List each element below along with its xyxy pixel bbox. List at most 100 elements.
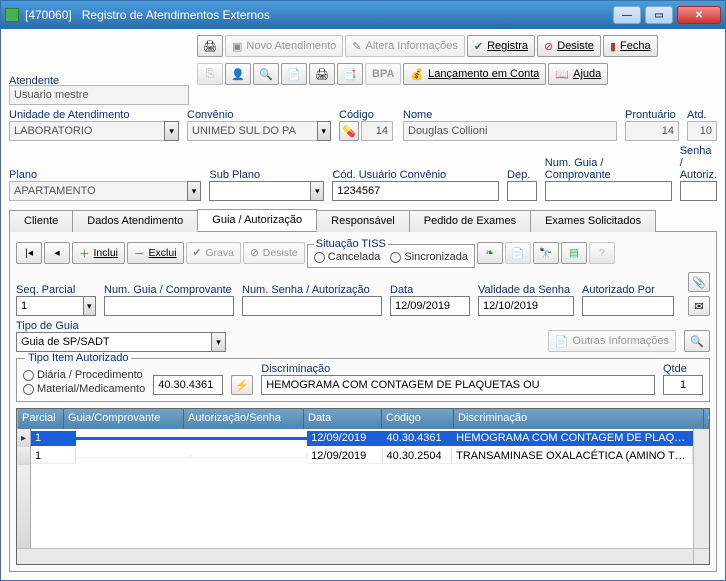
codigo-icon[interactable]: 💊	[339, 121, 359, 141]
col-qt[interactable]: Qt	[704, 409, 710, 429]
prontuario-label: Prontuário	[625, 109, 679, 121]
atd-field	[687, 121, 717, 141]
row-marker[interactable]: ▸	[17, 429, 31, 447]
cancel2-icon: ⊘	[250, 247, 259, 259]
plano-drop[interactable]: ▾	[187, 181, 202, 201]
bolt-icon[interactable]: ⚡	[231, 375, 253, 395]
codigo-label: Código	[339, 109, 395, 121]
nav-first-icon[interactable]: |◂	[16, 242, 42, 264]
maximize-button[interactable]: ▭	[645, 6, 673, 24]
tab-exames[interactable]: Exames Solicitados	[530, 210, 656, 232]
numsenha-field[interactable]	[242, 296, 382, 316]
codusuario-field[interactable]	[332, 181, 499, 201]
codigo-field	[361, 121, 393, 141]
cell-parcial: 1	[31, 449, 76, 464]
codusuario-label: Cód. Usuário Convênio	[332, 169, 499, 181]
zoom-icon[interactable]: 🔍	[253, 63, 279, 85]
convenio-drop[interactable]: ▾	[317, 121, 332, 141]
convenio-field	[187, 121, 317, 141]
print2-icon[interactable]: 🖨	[309, 63, 335, 85]
tab-guia[interactable]: Guia / Autorização	[197, 209, 317, 231]
discriminacao-field[interactable]	[261, 375, 655, 395]
qtde-field[interactable]	[663, 375, 703, 395]
unidade-drop[interactable]: ▾	[164, 121, 179, 141]
cell-data: 12/09/2019	[307, 449, 382, 464]
item-codigo-field[interactable]	[153, 375, 223, 395]
col-data[interactable]: Data	[304, 409, 382, 429]
door-icon: ▮	[610, 40, 616, 53]
material-radio[interactable]: Material/Medicamento	[23, 383, 145, 395]
radio-icon	[23, 370, 34, 381]
exclui-button[interactable]: －Exclui	[127, 242, 184, 264]
dep-label: Dep.	[507, 169, 537, 181]
validade-field[interactable]	[478, 296, 574, 316]
close-button[interactable]: ✕	[677, 6, 721, 24]
row-marker[interactable]	[17, 447, 31, 465]
help-icon: 📖	[555, 68, 569, 81]
zoom2-icon[interactable]: 🔍	[684, 330, 710, 352]
dep-field[interactable]	[507, 181, 537, 201]
doc1-icon[interactable]: 📄	[281, 63, 307, 85]
col-parcial[interactable]: Parcial	[18, 409, 64, 429]
desiste-button[interactable]: ⊘Desiste	[537, 35, 601, 57]
minimize-button[interactable]: —	[613, 6, 641, 24]
radio-icon	[390, 252, 401, 263]
mail-icon[interactable]: ✉	[688, 296, 710, 316]
scrollbar-vertical[interactable]	[693, 429, 709, 548]
print-button[interactable]: 🖨	[197, 35, 223, 57]
row-marker-empty	[17, 465, 31, 548]
lancamento-conta-button[interactable]: 💰Lançamento em Conta	[403, 63, 546, 85]
cell-codigo: 40.30.2504	[383, 449, 453, 464]
window-title-text: Registro de Atendimentos Externos	[82, 8, 270, 22]
subplano-field[interactable]	[209, 181, 310, 201]
leaf-icon[interactable]: ❧	[477, 242, 503, 264]
col-guia[interactable]: Guia/Comprovante	[64, 409, 184, 429]
diaria-radio[interactable]: Diária / Procedimento	[23, 369, 145, 381]
tiss-cancelada-radio[interactable]: Cancelada	[314, 251, 381, 263]
binoculars-icon[interactable]: 🔭	[533, 242, 559, 264]
attach-icon[interactable]: 📎	[688, 272, 710, 292]
table-row[interactable]: 112/09/201940.30.2504TRANSAMINASE OXALAC…	[31, 447, 693, 465]
col-discriminacao[interactable]: Discriminação	[454, 409, 704, 429]
app-window: [470060] Registro de Atendimentos Extern…	[0, 0, 726, 581]
tipoguia-label: Tipo de Guia	[16, 320, 226, 332]
ajuda-button[interactable]: 📖Ajuda	[548, 63, 608, 85]
tipoguia-field[interactable]	[16, 332, 211, 352]
grid[interactable]: Parcial Guia/Comprovante Autorização/Sen…	[16, 408, 710, 565]
fecha-button[interactable]: ▮Fecha	[603, 35, 658, 57]
content: Atendente 🖨 ▣Novo Atendimento ✎Altera In…	[1, 29, 725, 580]
tab-responsavel[interactable]: Responsável	[316, 210, 410, 232]
tab-dados[interactable]: Dados Atendimento	[72, 210, 198, 232]
table-row[interactable]: 112/09/201940.30.4361HEMOGRAMA COM CONTA…	[31, 429, 693, 447]
seqparcial-field[interactable]	[16, 296, 83, 316]
cell-data: 12/09/2019	[307, 431, 382, 446]
tiss-sincronizada-radio[interactable]: Sincronizada	[390, 251, 468, 263]
data-field[interactable]	[390, 296, 470, 316]
window-code: [470060]	[25, 8, 72, 22]
app-icon	[5, 8, 19, 22]
numguia-field[interactable]	[545, 181, 672, 201]
numsenha-label: Num. Senha / Autorização	[242, 284, 382, 296]
tab-cliente[interactable]: Cliente	[9, 210, 73, 232]
cell-guia	[76, 455, 192, 458]
person-icon[interactable]: 👤	[225, 63, 251, 85]
seqparcial-drop[interactable]: ▾	[83, 296, 96, 316]
col-codigo[interactable]: Código	[382, 409, 454, 429]
numguia2-field[interactable]	[104, 296, 234, 316]
tab-pedido[interactable]: Pedido de Exames	[409, 210, 531, 232]
subplano-drop[interactable]: ▾	[310, 181, 324, 201]
tipoguia-drop[interactable]: ▾	[211, 332, 226, 352]
check-icon: ✔	[474, 40, 483, 53]
nav-prev-icon[interactable]: ◂	[44, 242, 70, 264]
sheet-icon[interactable]: ▤	[561, 242, 587, 264]
inclui-button[interactable]: ＋Inclui	[72, 242, 125, 264]
cell-autorizacao	[191, 455, 307, 458]
autorizado-field[interactable]	[582, 296, 674, 316]
altera-info-button: ✎Altera Informações	[345, 35, 465, 57]
grid-body[interactable]: 112/09/201940.30.4361HEMOGRAMA COM CONTA…	[31, 429, 693, 548]
senha-field[interactable]	[680, 181, 717, 201]
registra-button[interactable]: ✔Registra	[467, 35, 535, 57]
col-autorizacao[interactable]: Autorização/Senha	[184, 409, 304, 429]
window-title: [470060] Registro de Atendimentos Extern…	[25, 8, 609, 22]
copy-icon[interactable]: 📑	[337, 63, 363, 85]
